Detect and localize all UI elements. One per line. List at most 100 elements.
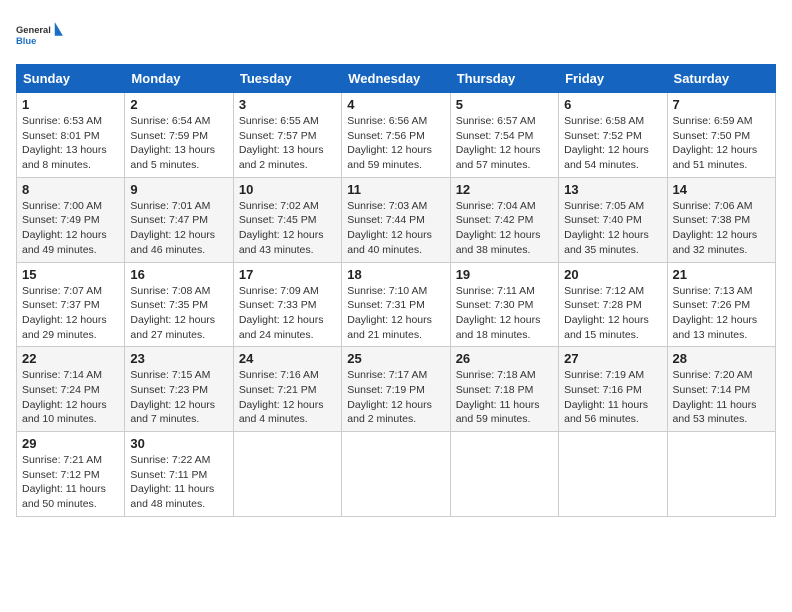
calendar-cell: 1 Sunrise: 6:53 AM Sunset: 8:01 PM Dayli… bbox=[17, 93, 125, 178]
day-number: 9 bbox=[130, 182, 227, 197]
calendar-cell: 6 Sunrise: 6:58 AM Sunset: 7:52 PM Dayli… bbox=[559, 93, 667, 178]
day-number: 16 bbox=[130, 267, 227, 282]
svg-text:General: General bbox=[16, 25, 51, 35]
day-info: Sunrise: 7:17 AM Sunset: 7:19 PM Dayligh… bbox=[347, 368, 444, 427]
day-info: Sunrise: 6:53 AM Sunset: 8:01 PM Dayligh… bbox=[22, 114, 119, 173]
calendar-cell: 3 Sunrise: 6:55 AM Sunset: 7:57 PM Dayli… bbox=[233, 93, 341, 178]
calendar-cell: 4 Sunrise: 6:56 AM Sunset: 7:56 PM Dayli… bbox=[342, 93, 450, 178]
calendar-cell: 10 Sunrise: 7:02 AM Sunset: 7:45 PM Dayl… bbox=[233, 177, 341, 262]
day-number: 29 bbox=[22, 436, 119, 451]
day-number: 20 bbox=[564, 267, 661, 282]
day-number: 2 bbox=[130, 97, 227, 112]
day-info: Sunrise: 7:05 AM Sunset: 7:40 PM Dayligh… bbox=[564, 199, 661, 258]
day-info: Sunrise: 7:07 AM Sunset: 7:37 PM Dayligh… bbox=[22, 284, 119, 343]
day-info: Sunrise: 7:09 AM Sunset: 7:33 PM Dayligh… bbox=[239, 284, 336, 343]
day-number: 17 bbox=[239, 267, 336, 282]
calendar-cell bbox=[667, 432, 775, 517]
calendar-cell: 21 Sunrise: 7:13 AM Sunset: 7:26 PM Dayl… bbox=[667, 262, 775, 347]
calendar-cell: 15 Sunrise: 7:07 AM Sunset: 7:37 PM Dayl… bbox=[17, 262, 125, 347]
day-number: 10 bbox=[239, 182, 336, 197]
day-number: 1 bbox=[22, 97, 119, 112]
weekday-header-saturday: Saturday bbox=[667, 65, 775, 93]
calendar-cell: 16 Sunrise: 7:08 AM Sunset: 7:35 PM Dayl… bbox=[125, 262, 233, 347]
day-number: 27 bbox=[564, 351, 661, 366]
day-number: 25 bbox=[347, 351, 444, 366]
day-number: 30 bbox=[130, 436, 227, 451]
calendar-cell: 12 Sunrise: 7:04 AM Sunset: 7:42 PM Dayl… bbox=[450, 177, 558, 262]
day-info: Sunrise: 6:56 AM Sunset: 7:56 PM Dayligh… bbox=[347, 114, 444, 173]
day-info: Sunrise: 7:15 AM Sunset: 7:23 PM Dayligh… bbox=[130, 368, 227, 427]
day-number: 4 bbox=[347, 97, 444, 112]
calendar-cell bbox=[450, 432, 558, 517]
calendar-cell: 27 Sunrise: 7:19 AM Sunset: 7:16 PM Dayl… bbox=[559, 347, 667, 432]
day-number: 8 bbox=[22, 182, 119, 197]
calendar-cell: 7 Sunrise: 6:59 AM Sunset: 7:50 PM Dayli… bbox=[667, 93, 775, 178]
calendar-cell: 20 Sunrise: 7:12 AM Sunset: 7:28 PM Dayl… bbox=[559, 262, 667, 347]
calendar-cell bbox=[559, 432, 667, 517]
day-number: 13 bbox=[564, 182, 661, 197]
weekday-header-thursday: Thursday bbox=[450, 65, 558, 93]
calendar-cell: 9 Sunrise: 7:01 AM Sunset: 7:47 PM Dayli… bbox=[125, 177, 233, 262]
day-number: 14 bbox=[673, 182, 770, 197]
day-info: Sunrise: 7:22 AM Sunset: 7:11 PM Dayligh… bbox=[130, 453, 227, 512]
calendar-cell: 2 Sunrise: 6:54 AM Sunset: 7:59 PM Dayli… bbox=[125, 93, 233, 178]
weekday-header-friday: Friday bbox=[559, 65, 667, 93]
calendar-table: SundayMondayTuesdayWednesdayThursdayFrid… bbox=[16, 64, 776, 517]
day-number: 15 bbox=[22, 267, 119, 282]
calendar-cell: 24 Sunrise: 7:16 AM Sunset: 7:21 PM Dayl… bbox=[233, 347, 341, 432]
calendar-cell: 26 Sunrise: 7:18 AM Sunset: 7:18 PM Dayl… bbox=[450, 347, 558, 432]
svg-text:Blue: Blue bbox=[16, 36, 36, 46]
day-info: Sunrise: 7:20 AM Sunset: 7:14 PM Dayligh… bbox=[673, 368, 770, 427]
day-info: Sunrise: 7:13 AM Sunset: 7:26 PM Dayligh… bbox=[673, 284, 770, 343]
day-number: 21 bbox=[673, 267, 770, 282]
calendar-cell: 14 Sunrise: 7:06 AM Sunset: 7:38 PM Dayl… bbox=[667, 177, 775, 262]
page-header: General Blue bbox=[16, 16, 776, 56]
calendar-cell: 5 Sunrise: 6:57 AM Sunset: 7:54 PM Dayli… bbox=[450, 93, 558, 178]
day-number: 24 bbox=[239, 351, 336, 366]
calendar-cell: 30 Sunrise: 7:22 AM Sunset: 7:11 PM Dayl… bbox=[125, 432, 233, 517]
calendar-cell: 8 Sunrise: 7:00 AM Sunset: 7:49 PM Dayli… bbox=[17, 177, 125, 262]
day-info: Sunrise: 7:21 AM Sunset: 7:12 PM Dayligh… bbox=[22, 453, 119, 512]
day-number: 12 bbox=[456, 182, 553, 197]
day-number: 5 bbox=[456, 97, 553, 112]
day-info: Sunrise: 7:01 AM Sunset: 7:47 PM Dayligh… bbox=[130, 199, 227, 258]
day-info: Sunrise: 7:11 AM Sunset: 7:30 PM Dayligh… bbox=[456, 284, 553, 343]
day-info: Sunrise: 7:08 AM Sunset: 7:35 PM Dayligh… bbox=[130, 284, 227, 343]
calendar-cell: 23 Sunrise: 7:15 AM Sunset: 7:23 PM Dayl… bbox=[125, 347, 233, 432]
calendar-cell: 18 Sunrise: 7:10 AM Sunset: 7:31 PM Dayl… bbox=[342, 262, 450, 347]
calendar-cell: 11 Sunrise: 7:03 AM Sunset: 7:44 PM Dayl… bbox=[342, 177, 450, 262]
weekday-header-tuesday: Tuesday bbox=[233, 65, 341, 93]
calendar-cell: 25 Sunrise: 7:17 AM Sunset: 7:19 PM Dayl… bbox=[342, 347, 450, 432]
day-number: 3 bbox=[239, 97, 336, 112]
day-info: Sunrise: 7:10 AM Sunset: 7:31 PM Dayligh… bbox=[347, 284, 444, 343]
day-number: 18 bbox=[347, 267, 444, 282]
day-info: Sunrise: 7:06 AM Sunset: 7:38 PM Dayligh… bbox=[673, 199, 770, 258]
day-info: Sunrise: 6:54 AM Sunset: 7:59 PM Dayligh… bbox=[130, 114, 227, 173]
calendar-cell: 28 Sunrise: 7:20 AM Sunset: 7:14 PM Dayl… bbox=[667, 347, 775, 432]
day-info: Sunrise: 6:57 AM Sunset: 7:54 PM Dayligh… bbox=[456, 114, 553, 173]
day-info: Sunrise: 6:58 AM Sunset: 7:52 PM Dayligh… bbox=[564, 114, 661, 173]
day-number: 7 bbox=[673, 97, 770, 112]
day-info: Sunrise: 7:04 AM Sunset: 7:42 PM Dayligh… bbox=[456, 199, 553, 258]
day-number: 6 bbox=[564, 97, 661, 112]
day-number: 23 bbox=[130, 351, 227, 366]
day-info: Sunrise: 6:55 AM Sunset: 7:57 PM Dayligh… bbox=[239, 114, 336, 173]
day-info: Sunrise: 7:16 AM Sunset: 7:21 PM Dayligh… bbox=[239, 368, 336, 427]
weekday-header-sunday: Sunday bbox=[17, 65, 125, 93]
day-number: 28 bbox=[673, 351, 770, 366]
calendar-cell: 29 Sunrise: 7:21 AM Sunset: 7:12 PM Dayl… bbox=[17, 432, 125, 517]
calendar-cell: 13 Sunrise: 7:05 AM Sunset: 7:40 PM Dayl… bbox=[559, 177, 667, 262]
day-info: Sunrise: 7:19 AM Sunset: 7:16 PM Dayligh… bbox=[564, 368, 661, 427]
day-info: Sunrise: 7:00 AM Sunset: 7:49 PM Dayligh… bbox=[22, 199, 119, 258]
day-number: 26 bbox=[456, 351, 553, 366]
day-number: 19 bbox=[456, 267, 553, 282]
calendar-cell: 22 Sunrise: 7:14 AM Sunset: 7:24 PM Dayl… bbox=[17, 347, 125, 432]
day-info: Sunrise: 7:02 AM Sunset: 7:45 PM Dayligh… bbox=[239, 199, 336, 258]
day-number: 22 bbox=[22, 351, 119, 366]
day-number: 11 bbox=[347, 182, 444, 197]
calendar-cell bbox=[233, 432, 341, 517]
logo: General Blue bbox=[16, 16, 66, 56]
calendar-cell bbox=[342, 432, 450, 517]
weekday-header-wednesday: Wednesday bbox=[342, 65, 450, 93]
day-info: Sunrise: 7:03 AM Sunset: 7:44 PM Dayligh… bbox=[347, 199, 444, 258]
